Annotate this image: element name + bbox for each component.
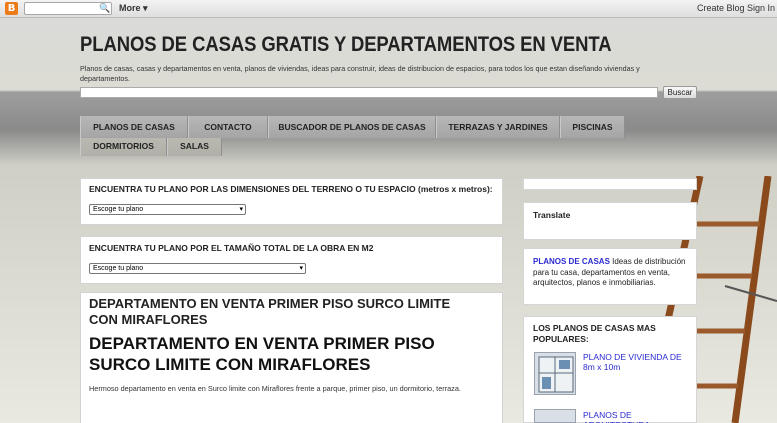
create-blog-link[interactable]: Create Blog <box>697 3 745 13</box>
tab-dormitorios[interactable]: DORMITORIOS <box>80 138 167 156</box>
pages-tabs: PLANOS DE CASAS CONTACTO BUSCADOR DE PLA… <box>80 116 625 158</box>
select-value: Escoge tu plano <box>93 265 144 272</box>
widget-title: ENCUENTRA TU PLANO POR LAS DIMENSIONES D… <box>89 184 493 194</box>
popular-posts-widget: LOS PLANOS DE CASAS MAS POPULARES: PLANO… <box>523 316 697 423</box>
sign-in-link[interactable]: Sign In <box>747 3 775 13</box>
chevron-down-icon: ▾ <box>239 206 243 213</box>
popular-title: LOS PLANOS DE CASAS MAS POPULARES: <box>533 323 656 344</box>
about-widget: PLANOS DE CASAS Ideas de distribución pa… <box>523 248 697 305</box>
caret-down-icon: ▾ <box>143 3 148 13</box>
post-card: DEPARTAMENTO EN VENTA PRIMER PISO SURCO … <box>80 292 503 423</box>
tab-salas[interactable]: SALAS <box>167 138 222 156</box>
floor-plan-icon <box>538 356 574 393</box>
date-header: DEPARTAMENTO EN VENTA PRIMER PISO SURCO … <box>89 296 451 327</box>
about-link[interactable]: PLANOS DE CASAS <box>533 257 610 266</box>
search-button[interactable]: Buscar <box>663 86 697 99</box>
popular-post-thumbnail[interactable] <box>534 409 576 423</box>
navbar-search-input[interactable]: 🔍 <box>24 2 112 15</box>
tab-contacto[interactable]: CONTACTO <box>188 116 268 138</box>
widget-dimensiones: ENCUENTRA TU PLANO POR LAS DIMENSIONES D… <box>80 178 503 225</box>
post-title[interactable]: DEPARTAMENTO EN VENTA PRIMER PISO SURCO … <box>89 333 489 375</box>
tab-piscinas[interactable]: PISCINAS <box>560 116 625 138</box>
about-text: PLANOS DE CASAS Ideas de distribución pa… <box>533 257 693 289</box>
widget-title: ENCUENTRA TU PLANO POR EL TAMAÑO TOTAL D… <box>89 243 374 253</box>
select-value: Escoge tu plano <box>93 206 144 213</box>
more-menu[interactable]: More ▾ <box>119 3 148 14</box>
blogger-logo-icon[interactable]: B <box>5 2 18 15</box>
tab-buscador[interactable]: BUSCADOR DE PLANOS DE CASAS <box>268 116 436 138</box>
blog-title[interactable]: PLANOS DE CASAS GRATIS Y DEPARTAMENTOS E… <box>80 33 612 57</box>
popular-post-link[interactable]: PLANOS DE ARQUITECTURA <box>583 410 693 423</box>
tamano-select[interactable]: Escoge tu plano ▾ <box>89 263 306 274</box>
blogger-navbar: B 🔍 More ▾ Create Blog Sign In <box>0 0 777 18</box>
widget-tamano: ENCUENTRA TU PLANO POR EL TAMAÑO TOTAL D… <box>80 236 503 284</box>
translate-title: Translate <box>533 210 571 220</box>
popular-post-link[interactable]: PLANO DE VIVIENDA DE 8m x 10m <box>583 352 693 372</box>
blog-search-input[interactable] <box>80 87 658 98</box>
sidebar-empty-widget <box>523 178 697 190</box>
dimensiones-select[interactable]: Escoge tu plano ▾ <box>89 204 246 215</box>
tab-planos-de-casas[interactable]: PLANOS DE CASAS <box>80 116 188 138</box>
more-label: More <box>119 3 141 13</box>
popular-post-thumbnail[interactable] <box>534 352 576 395</box>
tab-terrazas[interactable]: TERRAZAS Y JARDINES <box>436 116 560 138</box>
blog-description: Planos de casas, casas y departamentos e… <box>80 64 640 83</box>
chevron-down-icon: ▾ <box>299 265 303 272</box>
translate-widget: Translate <box>523 202 697 240</box>
post-body: Hermoso departamento en venta en Surco l… <box>89 384 461 393</box>
search-icon[interactable]: 🔍 <box>99 3 110 14</box>
